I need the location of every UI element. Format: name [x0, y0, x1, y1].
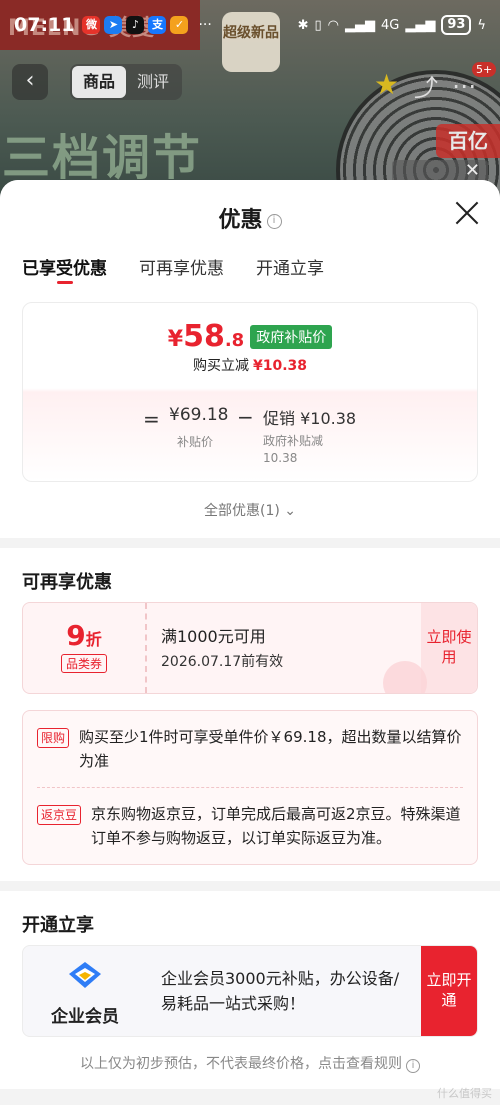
promo-detail: 政府补贴减 10.38: [263, 434, 324, 465]
final-price: ¥58.8: [168, 319, 244, 354]
tab-review[interactable]: 测评: [126, 66, 180, 98]
note-text-jingdou: 京东购物返京豆，订单完成后最高可返2京豆。特殊渠道订单不参与购物返豆，以订单实际…: [91, 805, 461, 847]
subsidy-label: 补贴价: [177, 435, 214, 449]
coupon-discount-number: 9: [66, 619, 86, 652]
wifi-icon: ◠: [327, 17, 339, 33]
coupon-category-tag: 品类券: [60, 654, 107, 673]
open-enjoy-section: 开通立享 企业会员 企业会员3000元补贴，办公设备/易耗品一站式采购！ 立即开…: [0, 891, 500, 1089]
product-caption: 三档调节: [2, 130, 203, 186]
close-icon[interactable]: [452, 198, 482, 228]
discount-sheet: 优惠 i 已享受优惠 可再享优惠 开通立享 ¥58.8 政府补贴价 购买立减 ¥10.…: [0, 180, 500, 1105]
final-price-row: ¥58.8 政府补贴价: [23, 319, 477, 354]
section-title-open: 开通立享: [22, 915, 94, 936]
vip-badge: 企业会员: [23, 946, 147, 1036]
gov-subsidy-tag: 政府补贴价: [250, 324, 333, 349]
minus-sign: −: [237, 405, 254, 429]
weibo-icon: 微: [82, 16, 101, 34]
vibrate-icon: ▯: [314, 17, 322, 33]
coupon-condition: 满1000元可用: [161, 627, 266, 646]
note-item: 返京豆 京东购物返京豆，订单完成后最高可返2京豆。特殊渠道订单不参与购物返豆，以…: [37, 787, 463, 850]
note-item: 限购 购买至少1件时可享受单件价￥69.18，超出数量以结算价为准: [37, 725, 463, 773]
tab-more-discounts[interactable]: 可再享优惠: [139, 250, 224, 290]
app-icon-orange: ✓: [170, 16, 189, 34]
tab-enjoyed[interactable]: 已享受优惠: [22, 250, 107, 290]
tab-open-enjoy[interactable]: 开通立享: [256, 250, 324, 290]
signal-icon: ▂▄▆: [344, 17, 375, 33]
discount-value: ¥10.38: [252, 358, 308, 374]
more-discounts-section: 可再享优惠 9折 品类券 满1000元可用 2026.07.17前有效 立即使用…: [0, 548, 500, 881]
status-app-icons: 微 ➤ ♪ 支 ✓ ···: [82, 16, 212, 34]
signal-icon-2: ▂▄▆: [405, 17, 436, 33]
vip-name: 企业会员: [51, 1007, 119, 1027]
product-segment: 商品 测评: [70, 64, 182, 100]
vip-description: 企业会员3000元补贴，办公设备/易耗品一站式采购！: [161, 969, 400, 1013]
tiktok-icon: ♪: [126, 16, 145, 34]
more-notifications-icon: ···: [198, 17, 212, 33]
sheet-tabs: 已享受优惠 可再享优惠 开通立享: [0, 250, 500, 290]
price-decimal: .8: [224, 330, 245, 351]
sheet-header: 优惠 i: [0, 180, 500, 250]
note-tag-limit: 限购: [37, 728, 70, 748]
sheet-title-text: 优惠: [218, 208, 263, 233]
bluetooth-icon: ✱: [297, 17, 309, 33]
equals-sign: =: [143, 407, 160, 431]
discount-label: 购买立减: [192, 358, 249, 374]
coupon-expiry: 2026.07.17前有效: [161, 654, 284, 670]
open-membership-button[interactable]: 立即开通: [421, 946, 477, 1036]
price-integer: 58: [183, 319, 225, 354]
price-card: ¥58.8 政府补贴价 购买立减 ¥10.38 = ¥69.18 补贴价 − 促销 …: [22, 302, 478, 482]
sheet-title: 优惠 i: [0, 202, 500, 234]
status-right: ✱ ▯ ◠ ▂▄▆ 4G ▂▄▆ 93 ϟ: [298, 15, 486, 35]
status-time: 07:11: [14, 14, 75, 36]
app-icon-blue: ➤: [104, 16, 123, 34]
favorite-star-icon[interactable]: ★: [374, 68, 399, 101]
sheet-top: 优惠 i 已享受优惠 可再享优惠 开通立享 ¥58.8 政府补贴价 购买立减 ¥10.…: [0, 180, 500, 538]
price-currency: ¥: [167, 327, 184, 352]
notification-badge: 5+: [472, 62, 497, 77]
discount-row: 购买立减 ¥10.38: [23, 355, 477, 375]
purchase-notes: 限购 购买至少1件时可享受单件价￥69.18，超出数量以结算价为准 返京豆 京东…: [22, 710, 478, 865]
promo-tag: 百亿: [436, 124, 500, 158]
subsidy-price: ¥69.18: [169, 405, 229, 425]
enterprise-member-logo-icon: [69, 962, 101, 988]
back-button[interactable]: ‹: [12, 64, 48, 100]
footer-note-text: 以上仅为初步预估，不代表最终价格，点击查看规则: [80, 1056, 402, 1072]
promo-amount: 促销 ¥10.38: [263, 409, 357, 428]
battery-indicator: 93: [441, 15, 472, 35]
tab-product[interactable]: 商品: [72, 66, 126, 98]
info-icon[interactable]: i: [266, 214, 282, 229]
watermark: 什么值得买: [437, 1087, 492, 1100]
more-icon[interactable]: ⋯: [452, 72, 476, 100]
coupon-discount-value: 9折: [23, 619, 145, 652]
coupon-discount-unit: 折: [85, 630, 102, 649]
all-discounts-toggle[interactable]: 全部优惠(1) ⌄: [0, 500, 500, 520]
coupon-card: 9折 品类券 满1000元可用 2026.07.17前有效 立即使用: [22, 602, 478, 694]
enterprise-member-card: 企业会员 企业会员3000元补贴，办公设备/易耗品一站式采购！ 立即开通: [22, 945, 478, 1037]
coupon-info: 满1000元可用 2026.07.17前有效: [147, 603, 421, 693]
note-text-limit: 购买至少1件时可享受单件价￥69.18，超出数量以结算价为准: [79, 728, 462, 770]
section-title-more: 可再享优惠: [22, 572, 112, 593]
share-icon[interactable]: ⤴: [414, 68, 438, 103]
note-tag-jingdou: 返京豆: [37, 805, 82, 825]
footer-note[interactable]: 以上仅为初步预估，不代表最终价格，点击查看规则 i: [22, 1053, 478, 1073]
use-coupon-button[interactable]: 立即使用: [421, 603, 477, 693]
charging-icon: ϟ: [477, 17, 486, 33]
network-type: 4G: [380, 17, 400, 33]
alipay-icon: 支: [148, 16, 167, 34]
status-bar: 07:11 微 ➤ ♪ 支 ✓ ··· ✱ ▯ ◠ ▂▄▆ 4G ▂▄▆ 93 …: [0, 0, 500, 50]
coupon-discount: 9折 品类券: [23, 603, 147, 693]
rules-info-icon[interactable]: i: [406, 1059, 420, 1073]
